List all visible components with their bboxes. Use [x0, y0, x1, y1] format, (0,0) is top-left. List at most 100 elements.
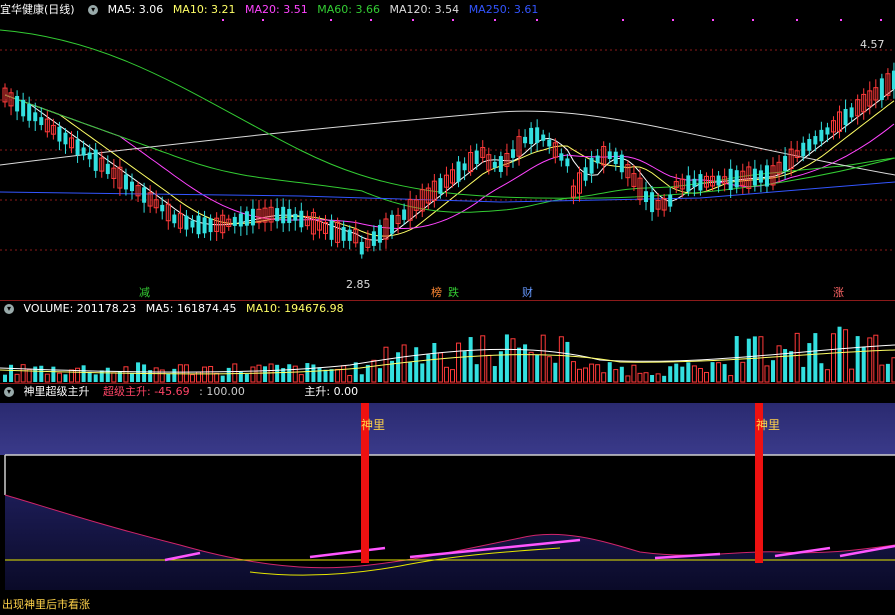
- volume-bar: [558, 336, 564, 383]
- volume-bar: [576, 368, 582, 383]
- volume-header: ▾ VOLUME: 201178.23 MA5: 161874.45 MA10:…: [0, 301, 350, 317]
- footer-note: 出现神里后市看涨: [2, 598, 90, 611]
- chevron-down-icon[interactable]: ▾: [4, 387, 14, 397]
- volume-bar: [885, 363, 890, 382]
- candle-body: [650, 192, 655, 213]
- volume-bar: [855, 336, 860, 382]
- volume-bar: [9, 364, 14, 382]
- candle-body: [275, 208, 280, 222]
- volume-bar: [546, 356, 552, 383]
- marker-dot: [452, 19, 454, 21]
- volume-bar: [371, 359, 377, 383]
- volume-bar: [553, 362, 558, 382]
- candle-body: [402, 209, 407, 220]
- volume-bar: [601, 372, 607, 383]
- volume-bar: [311, 364, 316, 382]
- volume-bar: [504, 334, 509, 382]
- marker-dot: [712, 19, 714, 21]
- marker-dot: [672, 19, 674, 21]
- candle-body: [535, 127, 540, 143]
- volume-bar: [148, 370, 153, 382]
- volume-bar: [510, 338, 516, 383]
- volume-bar: [220, 375, 225, 382]
- volume-bar: [643, 372, 649, 383]
- volume-bar: [250, 366, 256, 383]
- candle-body: [21, 99, 26, 117]
- event-tag-die[interactable]: 跌: [448, 286, 459, 299]
- indicator-line: [249, 547, 561, 576]
- marker-dot: [370, 19, 372, 21]
- volume-bar: [305, 363, 310, 382]
- volume-bar: [93, 374, 98, 382]
- candle-body: [371, 231, 376, 246]
- signal-label-shenli: 神里: [361, 418, 386, 432]
- volume-bar: [849, 368, 855, 383]
- volume-ma10: MA10: 194676.98: [245, 302, 344, 315]
- volume-bar: [734, 336, 739, 382]
- candle-body: [456, 161, 461, 182]
- candle-body: [196, 215, 201, 235]
- indicator-segment: [164, 538, 895, 562]
- event-tag-zhang[interactable]: 涨: [833, 286, 844, 299]
- candle-body: [172, 214, 177, 224]
- volume-bar: [674, 363, 679, 382]
- candle-body: [498, 156, 503, 172]
- volume-bar: [359, 374, 364, 382]
- volume-bar: [63, 374, 68, 382]
- volume-bar: [129, 372, 134, 382]
- candle-body: [238, 213, 243, 227]
- candle-body: [849, 107, 854, 118]
- candle-body: [752, 168, 757, 186]
- volume-bar: [26, 368, 32, 383]
- volume-bar: [528, 351, 534, 383]
- volume-bar: [426, 354, 431, 382]
- volume-bar: [830, 333, 836, 383]
- candle-body: [541, 134, 546, 141]
- volume-bar: [517, 347, 522, 382]
- candle-body: [299, 210, 304, 228]
- volume-bar: [56, 372, 62, 383]
- candle-body: [879, 78, 884, 101]
- candle-body: [63, 132, 68, 145]
- price-chart[interactable]: [0, 0, 895, 300]
- candle-body: [244, 211, 249, 226]
- candle-body: [589, 157, 594, 174]
- candle-body: [462, 163, 467, 171]
- volume-bar: [142, 364, 147, 382]
- candle-body: [359, 241, 364, 255]
- volume-bar: [801, 366, 806, 382]
- indicator-name[interactable]: 神里超级主升: [24, 385, 90, 398]
- event-tag-jian[interactable]: 减: [139, 286, 150, 299]
- chevron-down-icon[interactable]: ▾: [4, 304, 14, 314]
- volume-bar: [33, 366, 38, 382]
- candle-body: [57, 126, 62, 142]
- volume-bar: [238, 371, 243, 382]
- volume-bar: [824, 369, 830, 383]
- candle-body: [87, 152, 92, 160]
- volume-bar: [183, 364, 189, 383]
- volume-bar: [716, 362, 722, 383]
- candle-body: [492, 161, 497, 168]
- candle-body: [692, 178, 697, 187]
- volume-bar: [631, 364, 637, 383]
- candle-body: [250, 208, 255, 226]
- volume-bar: [783, 349, 788, 382]
- event-tag-cai[interactable]: 财: [522, 286, 533, 299]
- volume-bar: [390, 360, 395, 382]
- volume-bar: [703, 371, 709, 383]
- candle-body: [698, 174, 703, 191]
- marker-dot: [796, 19, 798, 21]
- volume-bar: [752, 336, 757, 382]
- candle-body: [33, 112, 38, 122]
- candle-body: [208, 218, 213, 233]
- volume-bar: [408, 362, 413, 382]
- volume-bar: [867, 337, 873, 383]
- indicator-level: : 100.00: [199, 385, 245, 398]
- event-tag-bang[interactable]: 榜: [431, 286, 442, 299]
- volume-bar: [807, 343, 812, 382]
- volume-bar: [710, 362, 715, 382]
- volume-bar: [281, 368, 286, 382]
- volume-bar: [14, 373, 20, 383]
- volume-bar: [474, 364, 479, 382]
- indicator-area: [5, 495, 895, 590]
